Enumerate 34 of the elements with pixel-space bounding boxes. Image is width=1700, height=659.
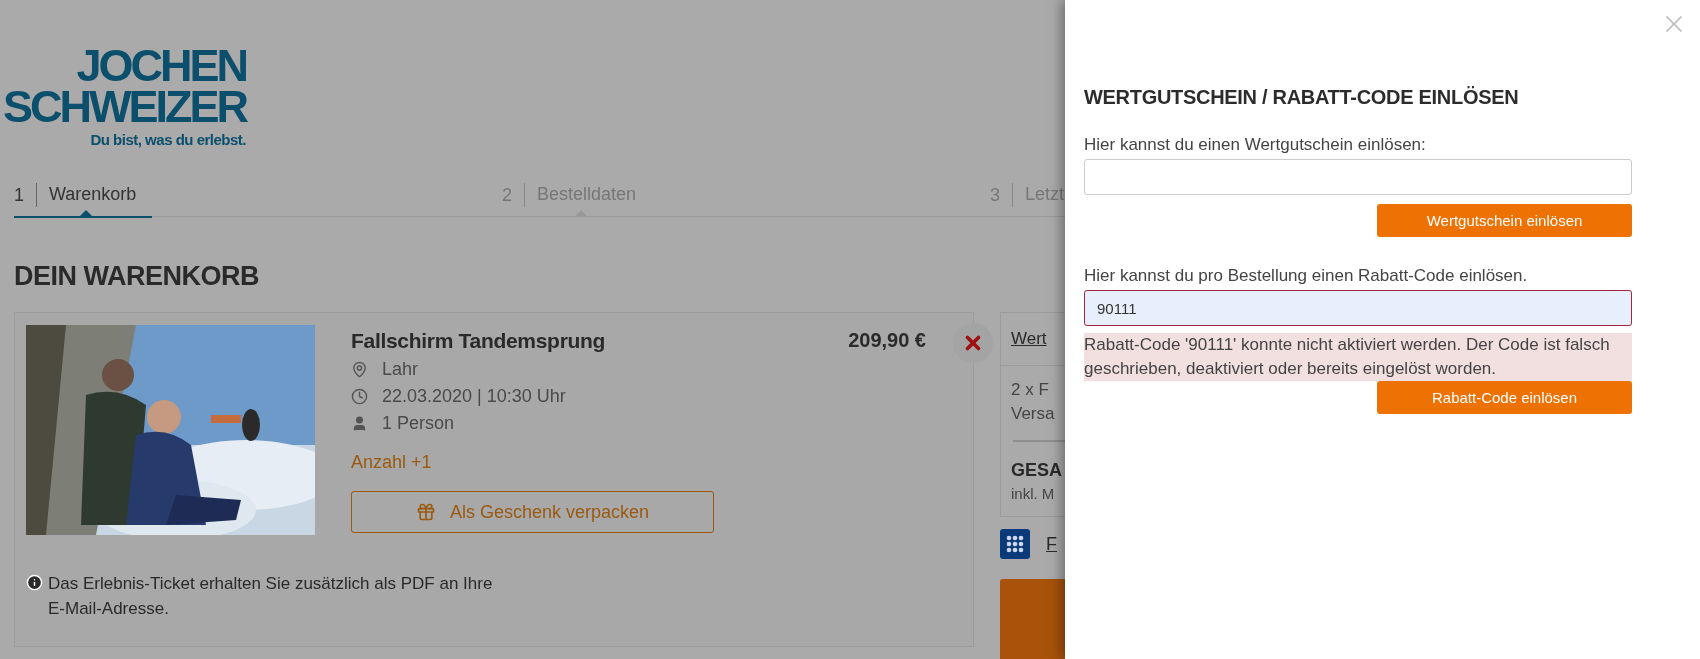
- logo-tagline: Du bist, was du erlebst.: [90, 131, 246, 148]
- location-pin-icon: [351, 361, 368, 378]
- ticket-note: Das Erlebnis-Ticket erhalten Sie zusätzlich als PDF an Ihre E-Mail-Adresse.: [48, 573, 494, 620]
- detail-text: 22.03.2020 | 10:30 Uhr: [382, 386, 566, 407]
- step-tab[interactable]: Warenkorb: [49, 184, 137, 205]
- gift-wrap-button[interactable]: Als Geschenk verpacken: [351, 491, 714, 533]
- detail-text: Lahr: [382, 359, 419, 380]
- discount-label: Hier kannst du pro Bestellung einen Rabatt-Code einlösen.: [1084, 266, 1529, 286]
- quantity-link[interactable]: Anzahl +1: [351, 452, 432, 473]
- info-icon: [26, 574, 43, 591]
- discount-code-input[interactable]: 90111: [1084, 290, 1632, 326]
- detail-text: 1 Person: [382, 413, 455, 434]
- payment-link[interactable]: F: [1046, 533, 1057, 555]
- error-message: Rabatt-Code '90111' konnte nicht aktiviert werden. Der Code ist falsch geschrieben, deaktiviert oder bereits eingelöst worden.: [1084, 333, 1632, 381]
- step-number: 1: [14, 182, 37, 207]
- product-price: 209,90 €: [848, 329, 926, 353]
- redeem-voucher-button[interactable]: Wertgutschein einlösen: [1377, 204, 1632, 237]
- gift-icon: [415, 502, 436, 522]
- logo-text: JOCHEN: [76, 45, 246, 86]
- remove-button[interactable]: [953, 323, 993, 363]
- voucher-input[interactable]: [1084, 159, 1632, 195]
- redeem-code-button[interactable]: Rabatt-Code einlösen: [1377, 381, 1632, 414]
- total-label: GESA: [1010, 459, 1063, 481]
- product-title: Fallschirm Tandemsprung: [351, 329, 606, 353]
- clock-icon: [351, 388, 368, 405]
- tax-note: inkl. M: [1010, 484, 1056, 504]
- drawer-title: WERTGUTSCHEIN / RABATT-CODE EINLÖSEN: [1084, 86, 1520, 109]
- page-title: DEIN WARENKORB: [14, 261, 260, 292]
- voucher-label: Hier kannst du einen Wertgutschein einlösen:: [1084, 135, 1427, 155]
- person-icon: [351, 415, 368, 432]
- payment-logo-icon: [1000, 529, 1030, 559]
- summary-line: 2 x F: [1011, 379, 1049, 401]
- logo-text: SCHWEIZER: [3, 86, 246, 127]
- summary-line: Versa: [1011, 403, 1055, 425]
